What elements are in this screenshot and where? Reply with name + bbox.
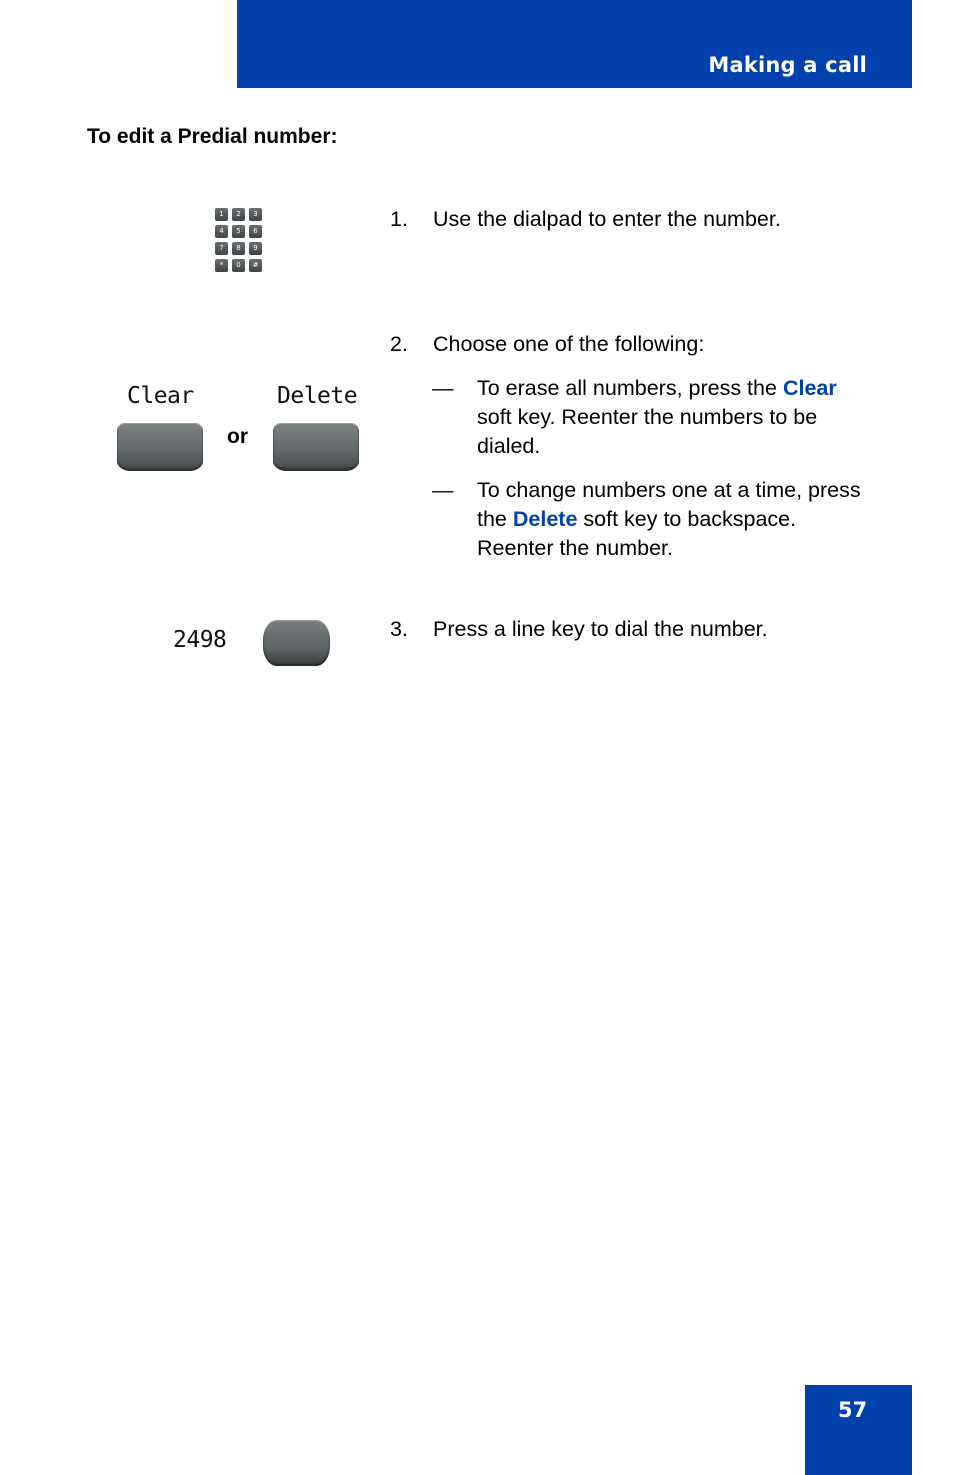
option-text: To erase all numbers, press the Clear so…: [477, 374, 872, 461]
dialpad-key: 4: [215, 225, 228, 238]
dialpad-key: 1: [215, 208, 228, 221]
step-number: 2.: [390, 332, 408, 356]
dialpad-key: 5: [232, 225, 245, 238]
clear-softkey-label: Clear: [127, 383, 194, 409]
dialpad-key: 3: [249, 208, 262, 221]
step-text: Use the dialpad to enter the number.: [433, 207, 781, 231]
page-number: 57: [838, 1398, 868, 1422]
dialpad-key: *: [215, 259, 228, 272]
delete-softkey-button[interactable]: [273, 423, 359, 471]
dialpad-key: 2: [232, 208, 245, 221]
delete-keyword: Delete: [512, 507, 578, 531]
dash-bullet: —: [432, 478, 454, 502]
step-text: Choose one of the following:: [433, 332, 705, 356]
chapter-title: Making a call: [708, 53, 867, 77]
step-2: 2. Choose one of the following:: [390, 330, 704, 359]
step-number: 3.: [390, 617, 408, 641]
header-bar: Making a call: [237, 0, 912, 88]
section-title: To edit a Predial number:: [87, 125, 338, 148]
option-delete: — To change numbers one at a time, press…: [432, 476, 872, 563]
dialpad-key: 7: [215, 242, 228, 255]
option-text-after: soft key. Reenter the numbers to be dial…: [477, 405, 818, 458]
dash-bullet: —: [432, 376, 454, 400]
delete-softkey-label: Delete: [277, 383, 358, 409]
option-text: To change numbers one at a time, press t…: [477, 476, 872, 563]
dialpad-key: 0: [232, 259, 245, 272]
clear-keyword: Clear: [782, 376, 837, 400]
step-3: 3. Press a line key to dial the number.: [390, 615, 768, 644]
dialpad-key: 9: [249, 242, 262, 255]
dialpad-key: #: [249, 259, 262, 272]
step-text: Press a line key to dial the number.: [433, 617, 768, 641]
step-number: 1.: [390, 207, 408, 231]
dialpad-icon: 1 2 3 4 5 6 7 8 9 * 0 #: [215, 208, 263, 274]
dialpad-key: 6: [249, 225, 262, 238]
dialpad-key: 8: [232, 242, 245, 255]
option-clear: — To erase all numbers, press the Clear …: [432, 374, 872, 461]
or-label: or: [227, 425, 248, 448]
line-display-number: 2498: [173, 627, 227, 653]
option-text-before: To erase all numbers, press the: [477, 376, 783, 400]
line-key-button[interactable]: [263, 620, 330, 666]
clear-softkey-button[interactable]: [117, 423, 203, 471]
step-1: 1. Use the dialpad to enter the number.: [390, 205, 781, 234]
